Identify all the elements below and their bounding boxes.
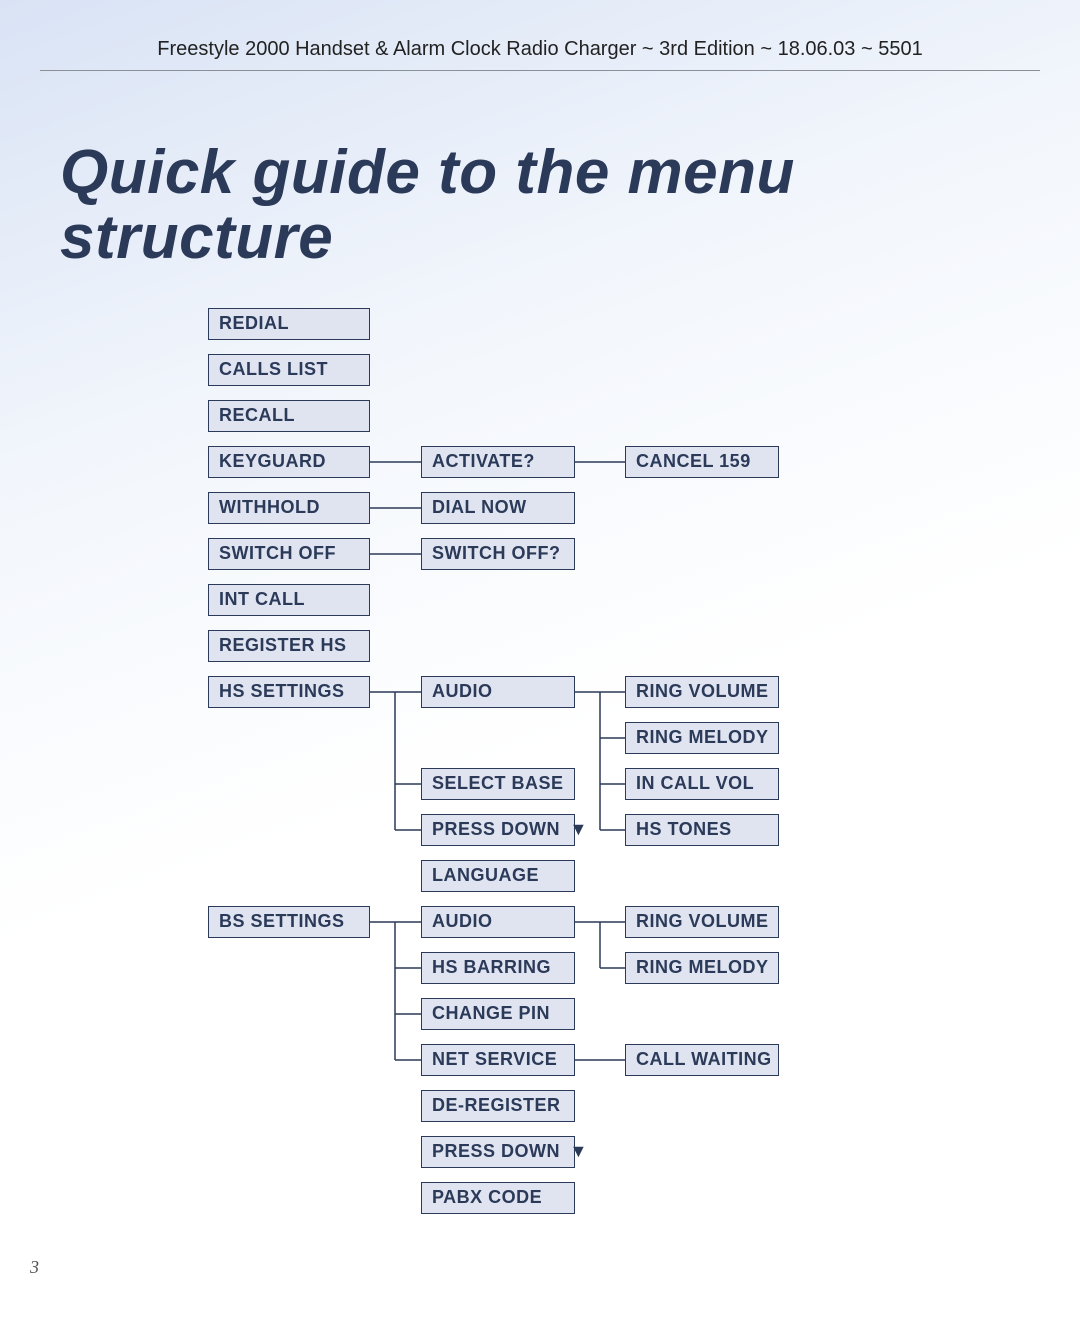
document-page: Freestyle 2000 Handset & Alarm Clock Rad… [0,0,1080,1328]
menu-dial-now: DIAL NOW [421,492,575,524]
menu-net-service: NET SERVICE [421,1044,575,1076]
menu-language: LANGUAGE [421,860,575,892]
menu-pabx-code: PABX CODE [421,1182,575,1214]
menu-register-hs: REGISTER HS [208,630,370,662]
press-down-label-2: PRESS DOWN [432,1141,566,1161]
menu-bs-ring-vol: RING VOLUME [625,906,779,938]
menu-hs-audio: AUDIO [421,676,575,708]
menu-select-base: SELECT BASE [421,768,575,800]
page-title: Quick guide to the menu structure [60,140,1040,270]
menu-change-pin: CHANGE PIN [421,998,575,1030]
down-arrow-icon: ▼ [570,1137,588,1165]
down-arrow-icon: ▼ [570,815,588,843]
menu-bs-audio: AUDIO [421,906,575,938]
menu-in-call-vol: IN CALL VOL [625,768,779,800]
menu-switch-off-q: SWITCH OFF? [421,538,575,570]
menu-switch-off: SWITCH OFF [208,538,370,570]
page-number: 3 [30,1257,39,1278]
menu-keyguard: KEYGUARD [208,446,370,478]
document-header: Freestyle 2000 Handset & Alarm Clock Rad… [0,38,1080,61]
menu-hs-barring: HS BARRING [421,952,575,984]
menu-bs-settings: BS SETTINGS [208,906,370,938]
header-rule [40,70,1040,71]
menu-bs-ring-mel: RING MELODY [625,952,779,984]
menu-redial: REDIAL [208,308,370,340]
menu-hs-settings: HS SETTINGS [208,676,370,708]
press-down-label: PRESS DOWN [432,819,566,839]
connector-lines [0,300,1080,1170]
menu-activate: ACTIVATE? [421,446,575,478]
menu-recall: RECALL [208,400,370,432]
menu-int-call: INT CALL [208,584,370,616]
menu-withhold: WITHHOLD [208,492,370,524]
menu-diagram: REDIAL CALLS LIST RECALL KEYGUARD ACTIVA… [0,300,1080,1170]
menu-ring-volume: RING VOLUME [625,676,779,708]
menu-ring-melody: RING MELODY [625,722,779,754]
menu-de-register: DE-REGISTER [421,1090,575,1122]
menu-press-down-1: PRESS DOWN ▼ [421,814,575,846]
menu-call-waiting: CALL WAITING [625,1044,779,1076]
menu-press-down-2: PRESS DOWN ▼ [421,1136,575,1168]
menu-cancel-159: CANCEL 159 [625,446,779,478]
menu-hs-tones: HS TONES [625,814,779,846]
menu-calls-list: CALLS LIST [208,354,370,386]
